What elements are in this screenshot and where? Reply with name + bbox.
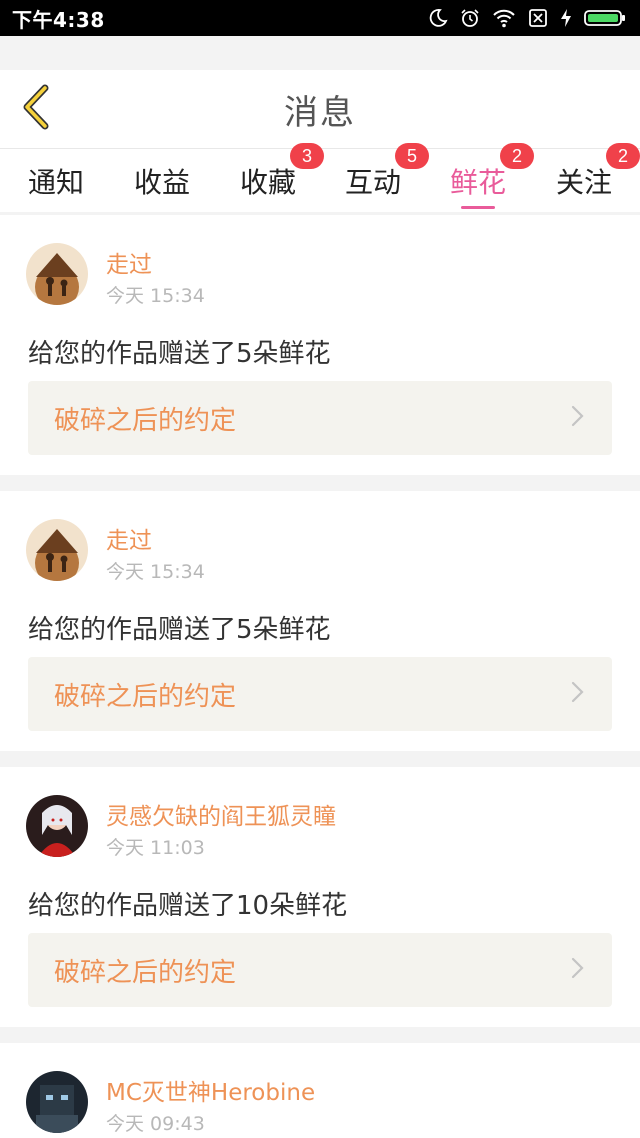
timestamp: 今天 09:43 xyxy=(106,1113,205,1135)
chevron-left-icon xyxy=(19,84,53,134)
username[interactable]: 灵感欠缺的阎王狐灵瞳 xyxy=(106,797,336,831)
unread-badge: 3 xyxy=(290,143,324,169)
username[interactable]: MC灭世神Herobine xyxy=(106,1073,315,1107)
battery-icon xyxy=(584,8,626,28)
message-card: 灵感欠缺的阎王狐灵瞳 今天 11:03 给您的作品赠送了10朵鲜花 破碎之后的约… xyxy=(0,767,640,1027)
unread-badge: 2 xyxy=(500,143,534,169)
moon-icon xyxy=(428,8,448,28)
unread-badge: 2 xyxy=(606,143,640,169)
tab-notifications[interactable]: 通知 xyxy=(14,149,98,212)
page-title: 消息 xyxy=(284,92,356,133)
tab-flowers[interactable]: 鲜花 2 xyxy=(436,143,534,212)
message-text: 给您的作品赠送了5朵鲜花 xyxy=(28,615,331,645)
message-card: 走过 今天 15:34 给您的作品赠送了5朵鲜花 破碎之后的约定 xyxy=(0,491,640,751)
message-card: 走过 今天 15:34 给您的作品赠送了5朵鲜花 破碎之后的约定 xyxy=(0,215,640,475)
charging-icon xyxy=(560,8,572,28)
status-icons xyxy=(428,8,626,28)
timestamp: 今天 15:34 xyxy=(106,285,205,307)
top-spacer xyxy=(0,36,640,70)
chevron-right-icon xyxy=(570,957,586,983)
chevron-right-icon xyxy=(570,681,586,707)
tab-label: 通知 xyxy=(27,165,84,199)
message-text: 给您的作品赠送了5朵鲜花 xyxy=(28,339,331,369)
back-button[interactable] xyxy=(14,84,58,134)
work-title: 破碎之后的约定 xyxy=(54,957,237,988)
tab-label: 互动 xyxy=(344,165,401,199)
chevron-right-icon xyxy=(570,405,586,431)
status-bar: 下午4:38 xyxy=(0,0,640,36)
tab-interactions[interactable]: 互动 5 xyxy=(331,143,429,212)
tab-bar: 通知 收益 收藏 3 互动 5 鲜花 2 关注 2 xyxy=(0,143,640,212)
message-card: MC灭世神Herobine 今天 09:43 xyxy=(0,1043,640,1138)
no-sim-icon xyxy=(528,8,548,28)
avatar[interactable] xyxy=(26,1071,88,1133)
alarm-icon xyxy=(460,8,480,28)
work-link[interactable]: 破碎之后的约定 xyxy=(28,657,612,731)
work-title: 破碎之后的约定 xyxy=(54,405,237,436)
timestamp: 今天 11:03 xyxy=(106,837,205,859)
status-time: 下午4:38 xyxy=(12,7,105,32)
username[interactable]: 走过 xyxy=(106,521,152,555)
wifi-icon xyxy=(492,8,516,28)
tab-earnings[interactable]: 收益 xyxy=(120,149,204,212)
unread-badge: 5 xyxy=(395,143,429,169)
avatar[interactable] xyxy=(26,795,88,857)
avatar[interactable] xyxy=(26,243,88,305)
timestamp: 今天 15:34 xyxy=(106,561,205,583)
work-link[interactable]: 破碎之后的约定 xyxy=(28,381,612,455)
tab-label: 收益 xyxy=(133,165,190,199)
message-text: 给您的作品赠送了10朵鲜花 xyxy=(28,891,348,921)
tab-label: 收藏 xyxy=(239,165,296,199)
username[interactable]: 走过 xyxy=(106,245,152,279)
tab-follows[interactable]: 关注 2 xyxy=(542,143,640,212)
work-link[interactable]: 破碎之后的约定 xyxy=(28,933,612,1007)
tab-label: 鲜花 xyxy=(449,165,506,199)
tab-favorites[interactable]: 收藏 3 xyxy=(226,143,324,212)
avatar[interactable] xyxy=(26,519,88,581)
header-bar: 消息 xyxy=(0,70,640,148)
work-title: 破碎之后的约定 xyxy=(54,681,237,712)
active-tab-indicator xyxy=(461,206,495,209)
tab-label: 关注 xyxy=(555,165,612,199)
